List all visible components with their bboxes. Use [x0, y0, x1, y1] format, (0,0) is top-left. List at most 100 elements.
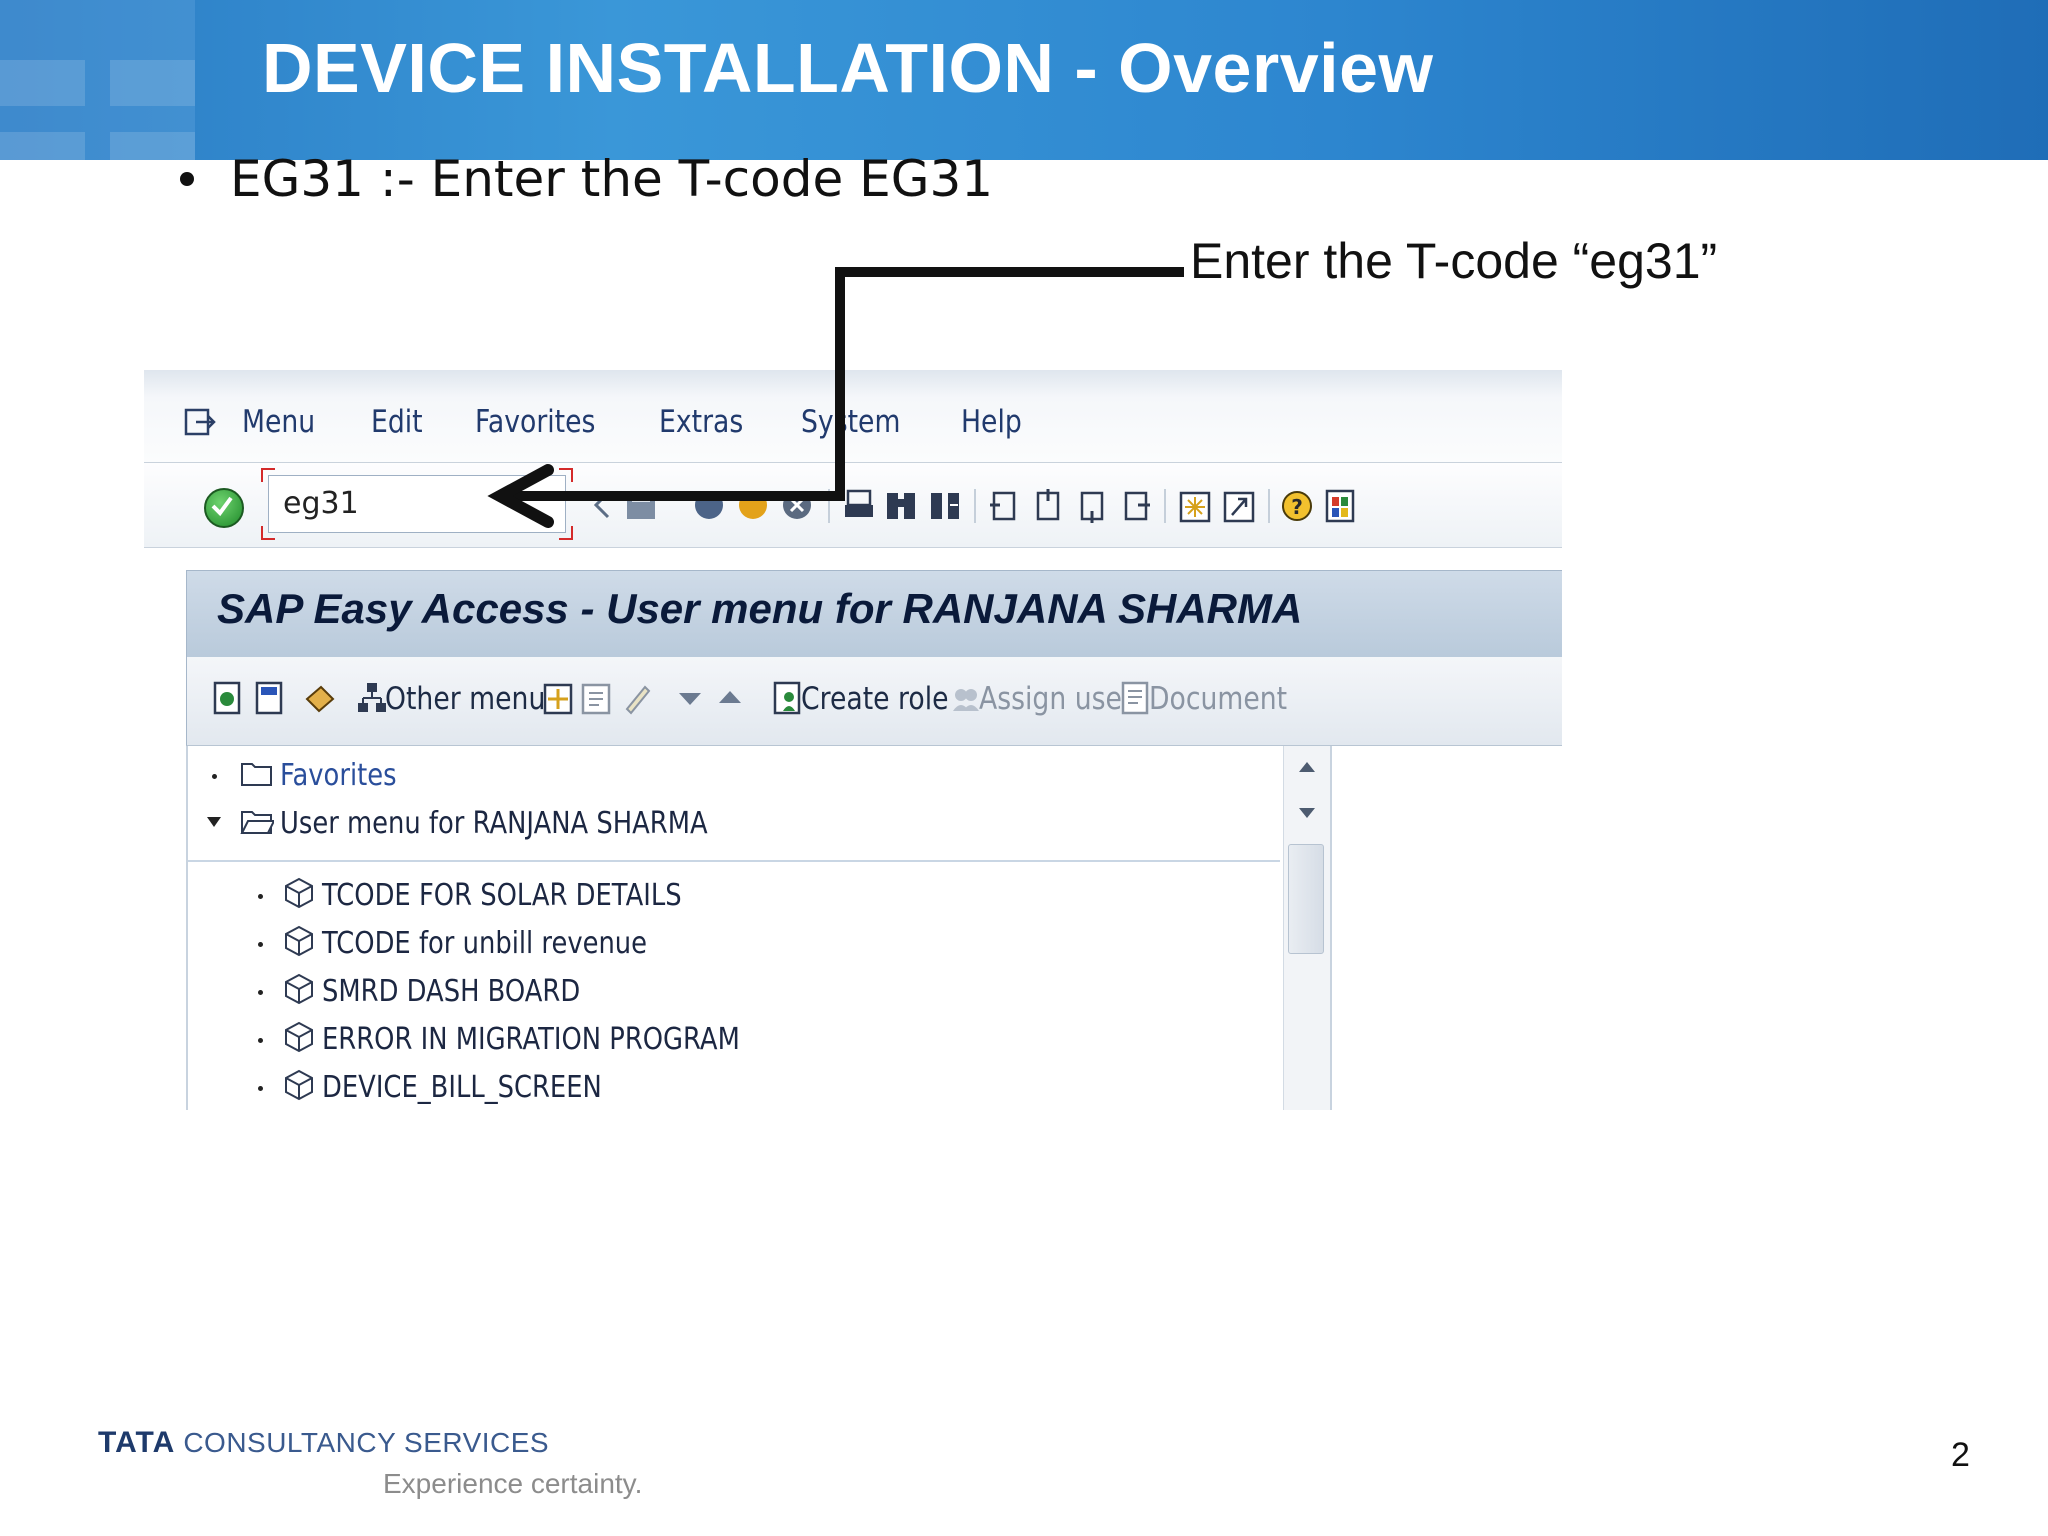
- toolbar-separator: [1268, 489, 1270, 523]
- menu-item-help[interactable]: Help: [961, 404, 1022, 440]
- cancel-icon[interactable]: [780, 485, 814, 525]
- create-role-icon[interactable]: [771, 677, 805, 717]
- logo-tata: TATA: [98, 1426, 176, 1459]
- tree-bullet: [258, 1086, 263, 1091]
- expand-triangle-icon[interactable]: [206, 816, 222, 828]
- tree-label: DEVICE_BILL_SCREEN: [322, 1070, 602, 1105]
- back-nav-icon[interactable]: [584, 485, 618, 525]
- change-favorites-icon[interactable]: [253, 677, 287, 717]
- delete-favorites-icon[interactable]: [303, 677, 337, 717]
- edit-pencil-icon[interactable]: [619, 677, 653, 717]
- tree-item[interactable]: DEVICE_BILL_SCREEN: [188, 1066, 1278, 1110]
- field-marker-top-right: [559, 468, 573, 482]
- bullet-text: EG31 :- Enter the T-code EG31: [230, 150, 994, 208]
- tree-item[interactable]: SMRD DASH BOARD: [188, 970, 1278, 1014]
- toolbar-separator: [974, 489, 976, 523]
- tree-item[interactable]: ERROR IN MIGRATION PROGRAM: [188, 1018, 1278, 1062]
- application-toolbar: Other menu Create role Assign users Docu…: [186, 657, 1562, 746]
- bullet-dot: [180, 171, 194, 186]
- bullet-item: EG31 :- Enter the T-code EG31: [180, 150, 993, 208]
- create-icon[interactable]: [541, 677, 575, 717]
- other-menu-icon[interactable]: [355, 677, 389, 717]
- folder-icon: [241, 763, 272, 786]
- tree-item[interactable]: TCODE for unbill revenue: [188, 922, 1278, 966]
- tcs-logo: TATA CONSULTANCY SERVICES: [98, 1426, 549, 1460]
- tree-label: ERROR IN MIGRATION PROGRAM: [322, 1022, 740, 1057]
- documentation-button[interactable]: Document: [1149, 681, 1287, 717]
- tree-divider: [188, 860, 1280, 862]
- menu-item-extras[interactable]: Extras: [659, 404, 743, 440]
- screen-title: SAP Easy Access - User menu for RANJANA …: [217, 585, 1303, 632]
- tree-label: TCODE FOR SOLAR DETAILS: [322, 878, 682, 913]
- transaction-cube-icon: [285, 973, 313, 1005]
- tree-scrollbar[interactable]: [1283, 746, 1330, 1110]
- field-marker-top-left: [261, 468, 275, 482]
- screen-title-bar: SAP Easy Access - User menu for RANJANA …: [186, 570, 1562, 658]
- tree-item[interactable]: TCODE FOR SOLAR DETAILS: [188, 874, 1278, 918]
- command-field-input[interactable]: [283, 486, 483, 521]
- menu-items: Menu Edit Favorites Extras System Help: [242, 404, 1075, 440]
- header-decoration: [0, 0, 260, 160]
- exit-circle-icon[interactable]: [736, 485, 770, 525]
- field-marker-bottom-right: [559, 526, 573, 540]
- find-icon[interactable]: [884, 485, 918, 525]
- tree-label: User menu for RANJANA SHARMA: [280, 806, 708, 841]
- print-icon[interactable]: [842, 485, 876, 525]
- exit-icon[interactable]: [184, 408, 216, 438]
- menu-item-system[interactable]: System: [801, 404, 900, 440]
- sap-menu-bar: Menu Edit Favorites Extras System Help: [144, 370, 1562, 463]
- tree-node-user-menu[interactable]: User menu for RANJANA SHARMA: [188, 802, 1278, 846]
- command-field[interactable]: [261, 468, 573, 540]
- change-icon[interactable]: [579, 677, 613, 717]
- scroll-thumb[interactable]: [1288, 844, 1324, 954]
- sap-standard-toolbar: ?: [144, 463, 1562, 548]
- tree-label: TCODE for unbill revenue: [322, 926, 648, 961]
- menu-item-edit[interactable]: Edit: [371, 404, 423, 440]
- scroll-up-icon[interactable]: [1297, 760, 1317, 774]
- previous-page-icon[interactable]: [1030, 485, 1064, 525]
- create-role-button[interactable]: Create role: [801, 681, 949, 717]
- transaction-cube-icon: [285, 1069, 313, 1101]
- last-page-icon[interactable]: [1118, 485, 1152, 525]
- menu-item-favorites[interactable]: Favorites: [475, 404, 595, 440]
- back-icon[interactable]: [692, 485, 726, 525]
- tree-bullet: [212, 774, 217, 779]
- toolbar-separator: [1164, 489, 1166, 523]
- logo-tagline: Experience certainty.: [383, 1468, 643, 1499]
- enter-checkmark-icon[interactable]: [204, 488, 244, 528]
- new-session-icon[interactable]: [1178, 485, 1212, 525]
- help-icon[interactable]: ?: [1280, 485, 1314, 525]
- assign-users-icon[interactable]: [949, 677, 983, 717]
- save-icon[interactable]: [624, 485, 658, 525]
- tree-bullet: [258, 1038, 263, 1043]
- open-folder-icon: [240, 811, 274, 834]
- callout-text: Enter the T-code “eg31”: [1190, 233, 1718, 289]
- move-down-icon[interactable]: [673, 677, 707, 717]
- move-up-icon[interactable]: [713, 677, 747, 717]
- tree-node-favorites[interactable]: Favorites: [188, 754, 1278, 798]
- slide-header: DEVICE INSTALLATION - Overview: [0, 0, 2048, 160]
- menu-item-menu[interactable]: Menu: [242, 404, 315, 440]
- scroll-down-icon[interactable]: [1297, 806, 1317, 820]
- sap-screenshot: Menu Edit Favorites Extras System Help e…: [144, 370, 1562, 1110]
- find-next-icon[interactable]: [928, 485, 962, 525]
- tree-bullet: [258, 990, 263, 995]
- transaction-cube-icon: [285, 925, 313, 957]
- slide-title: DEVICE INSTALLATION - Overview: [262, 29, 1434, 107]
- logo-consultancy-services: CONSULTANCY SERVICES: [183, 1427, 550, 1458]
- svg-text:?: ?: [1291, 495, 1303, 519]
- page-number: 2: [1951, 1436, 1970, 1474]
- shortcut-icon[interactable]: [1222, 485, 1256, 525]
- next-page-icon[interactable]: [1074, 485, 1108, 525]
- tree-bullet: [258, 894, 263, 899]
- transaction-cube-icon: [285, 1021, 313, 1053]
- menu-tree: Favorites User menu for RANJANA SHARMA T…: [186, 746, 1332, 1110]
- customize-layout-icon[interactable]: [1324, 485, 1358, 525]
- first-page-icon[interactable]: [986, 485, 1020, 525]
- documentation-icon[interactable]: [1119, 677, 1153, 717]
- other-menu-button[interactable]: Other menu: [385, 681, 545, 717]
- tree-bullet: [258, 942, 263, 947]
- toolbar-separator: [828, 489, 830, 523]
- add-to-favorites-icon[interactable]: [211, 677, 245, 717]
- transaction-cube-icon: [285, 877, 313, 909]
